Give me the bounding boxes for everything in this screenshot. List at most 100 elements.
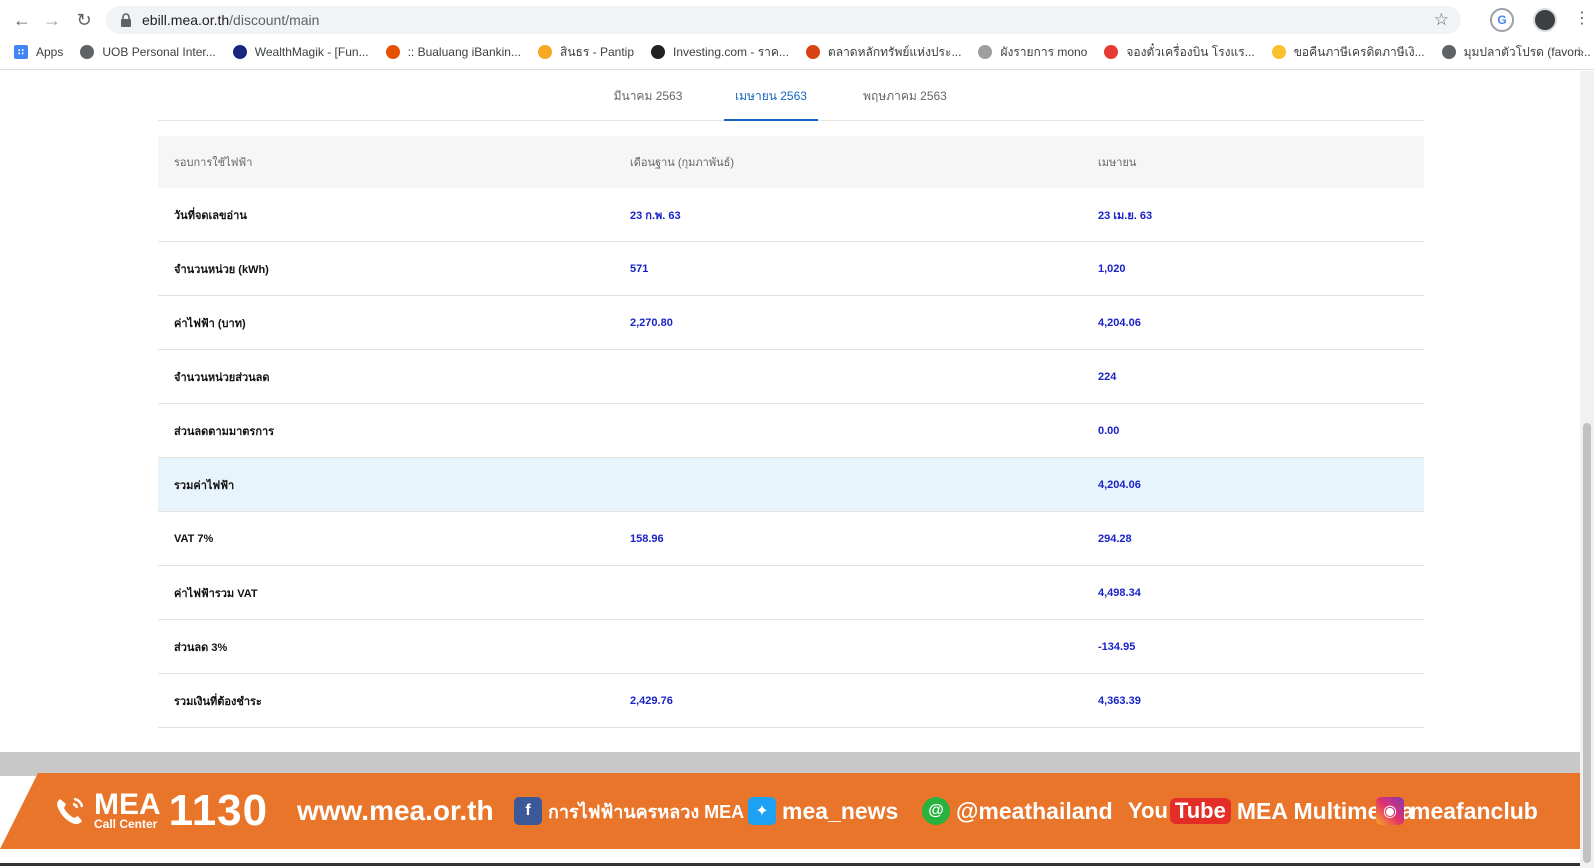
bookmark-label: WealthMagik - [Fun... bbox=[254, 45, 369, 59]
footer-banner: MEA Call Center 1130 www.mea.or.th f การ… bbox=[0, 773, 1580, 849]
footer-website[interactable]: www.mea.or.th bbox=[297, 795, 494, 827]
bookmark-item[interactable]: จองตั๋วเครื่องบิน โรงแร... bbox=[1104, 43, 1255, 62]
back-arrow-icon[interactable]: ← bbox=[10, 8, 34, 32]
investing-icon bbox=[651, 45, 665, 59]
table-row: วันที่จดเลขอ่าน 23 ก.พ. 63 23 เม.ย. 63 bbox=[158, 188, 1424, 242]
instagram-icon: ◉ bbox=[1376, 797, 1404, 825]
row-label: VAT 7% bbox=[174, 532, 214, 545]
row-current-value: 4,498.34 bbox=[1098, 586, 1141, 599]
footer-gray-band bbox=[0, 752, 1580, 776]
row-label: ส่วนลดตามมาตรการ bbox=[174, 425, 275, 438]
scrollbar-thumb[interactable] bbox=[1583, 423, 1591, 863]
table-row: รวมค่าไฟฟ้า 4,204.06 bbox=[158, 458, 1424, 512]
bookmarks-overflow-icon[interactable]: » bbox=[1577, 44, 1584, 59]
bill-table: รอบการใช้ไฟฟ้า เดือนฐาน (กุมภาพันธ์) เมษ… bbox=[158, 136, 1424, 728]
bookmark-label: Investing.com - ราค... bbox=[673, 44, 789, 59]
row-label: รวมเงินที่ต้องชำระ bbox=[174, 695, 262, 708]
youtube-tube: Tube bbox=[1169, 798, 1231, 824]
mono-icon bbox=[978, 45, 993, 59]
bookmark-item[interactable]: ผังรายการ mono bbox=[978, 43, 1087, 62]
tab-may[interactable]: พฤษภาคม 2563 bbox=[860, 87, 950, 121]
row-label: ค่าไฟฟ้ารวม VAT bbox=[174, 587, 258, 600]
footer-instagram[interactable]: meafanclub bbox=[1410, 798, 1538, 825]
menu-kebab-icon[interactable]: ⋮ bbox=[1574, 8, 1590, 28]
phone-icon bbox=[57, 797, 84, 825]
bookmark-label: ตลาดหลักทรัพย์แห่งประ... bbox=[827, 44, 962, 59]
footer-line[interactable]: @meathailand bbox=[956, 798, 1113, 825]
bookmark-star-icon[interactable]: ☆ bbox=[1434, 10, 1449, 30]
bookmark-label: จองตั๋วเครื่องบิน โรงแร... bbox=[1126, 44, 1255, 59]
pantip-icon bbox=[538, 45, 552, 59]
profile-avatar[interactable] bbox=[1533, 8, 1557, 32]
set-icon bbox=[805, 45, 820, 59]
reload-icon[interactable]: ↻ bbox=[72, 8, 96, 32]
table-row: ค่าไฟฟ้ารวม VAT 4,498.34 bbox=[158, 566, 1424, 620]
tab-march[interactable]: มีนาคม 2563 bbox=[608, 87, 688, 121]
call-center-number: 1130 bbox=[168, 786, 269, 835]
row-label: จำนวนหน่วยส่วนลด bbox=[174, 371, 270, 384]
row-current-value: 1,020 bbox=[1098, 262, 1126, 275]
row-base-value: 2,429.76 bbox=[630, 694, 673, 707]
globe-icon bbox=[1441, 45, 1456, 59]
youtube-you: You bbox=[1128, 798, 1168, 823]
bookmark-label: สินธร - Pantip bbox=[560, 44, 634, 59]
bualuang-icon bbox=[385, 45, 400, 59]
call-center-label: Call Center bbox=[94, 817, 158, 831]
row-label: วันที่จดเลขอ่าน bbox=[174, 209, 247, 222]
table-row: จำนวนหน่วย (kWh) 571 1,020 bbox=[158, 242, 1424, 296]
header-base-month: เดือนฐาน (กุมภาพันธ์) bbox=[630, 157, 735, 169]
row-current-value: 4,204.06 bbox=[1098, 316, 1141, 329]
bookmark-item[interactable]: WealthMagik - [Fun... bbox=[232, 45, 369, 59]
bookmark-item[interactable]: สินธร - Pantip bbox=[538, 43, 634, 62]
globe-icon bbox=[80, 45, 95, 59]
bookmark-item[interactable]: ตลาดหลักทรัพย์แห่งประ... bbox=[805, 43, 962, 62]
tax-icon bbox=[1271, 45, 1286, 59]
footer-facebook[interactable]: การไฟฟ้านครหลวง MEA bbox=[548, 797, 744, 826]
bookmark-item[interactable]: Investing.com - ราค... bbox=[651, 43, 789, 62]
row-current-value: 4,363.39 bbox=[1098, 694, 1141, 707]
bookmark-label: ผังรายการ mono bbox=[1000, 44, 1088, 59]
mea-logo-text: MEA bbox=[94, 788, 161, 821]
row-label: ค่าไฟฟ้า (บาท) bbox=[174, 317, 246, 330]
bookmark-label: :: Bualuang iBankin... bbox=[407, 45, 521, 59]
address-bar[interactable]: ebill.mea.or.th/discount/main ☆ bbox=[106, 6, 1461, 34]
wealthmagik-icon bbox=[232, 45, 247, 59]
page-content: มีนาคม 2563 เมษายน 2563 พฤษภาคม 2563 รอบ… bbox=[0, 71, 1580, 868]
row-base-value: 23 ก.พ. 63 bbox=[630, 209, 681, 222]
bookmark-item[interactable]: ∷ Apps bbox=[14, 45, 63, 59]
row-current-value: 23 เม.ย. 63 bbox=[1098, 209, 1153, 222]
bookmark-item[interactable]: UOB Personal Inter... bbox=[80, 45, 216, 59]
row-current-value: 0.00 bbox=[1098, 424, 1120, 437]
row-current-value: 294.28 bbox=[1098, 532, 1132, 545]
row-label: รวมค่าไฟฟ้า bbox=[174, 479, 235, 492]
bookmark-item[interactable]: มุมปลาตัวโปรด (favori... bbox=[1441, 43, 1591, 62]
bookmarks-bar: ∷ Apps UOB Personal Inter... WealthMagik - … bbox=[0, 40, 1594, 64]
table-row: ค่าไฟฟ้า (บาท) 2,270.80 4,204.06 bbox=[158, 296, 1424, 350]
forward-arrow-icon[interactable]: → bbox=[40, 8, 64, 32]
month-tabs: มีนาคม 2563 เมษายน 2563 พฤษภาคม 2563 bbox=[158, 71, 1424, 121]
bookmark-label: UOB Personal Inter... bbox=[102, 45, 216, 59]
row-base-value: 2,270.80 bbox=[630, 316, 673, 329]
table-row: รวมเงินที่ต้องชำระ 2,429.76 4,363.39 bbox=[158, 674, 1424, 728]
row-base-value: 571 bbox=[630, 262, 649, 275]
browser-chrome: ← → ↻ ebill.mea.or.th/discount/main ☆ G … bbox=[0, 0, 1594, 70]
table-row: ส่วนลด 3% -134.95 bbox=[158, 620, 1424, 674]
row-current-value: 224 bbox=[1098, 370, 1117, 383]
table-row: จำนวนหน่วยส่วนลด 224 bbox=[158, 350, 1424, 404]
bookmark-item[interactable]: :: Bualuang iBankin... bbox=[385, 45, 521, 59]
tab-april[interactable]: เมษายน 2563 bbox=[724, 87, 818, 121]
bookmark-item[interactable]: ขอคืนภาษีเครดิตภาษีเงิ... bbox=[1271, 43, 1425, 62]
bookmark-label: Apps bbox=[36, 45, 64, 59]
line-icon: @ bbox=[922, 797, 950, 825]
row-current-value: -134.95 bbox=[1098, 640, 1136, 653]
page-scrollbar[interactable] bbox=[1580, 71, 1594, 868]
bookmark-label: ขอคืนภาษีเครดิตภาษีเงิ... bbox=[1293, 44, 1425, 59]
bookmark-label: มุมปลาตัวโปรด (favori... bbox=[1463, 44, 1591, 59]
header-current-month: เมษายน bbox=[1098, 157, 1137, 169]
url-host: ebill.mea.or.th bbox=[142, 12, 230, 28]
google-extension-icon[interactable]: G bbox=[1490, 8, 1514, 32]
url-path: /discount/main bbox=[229, 12, 320, 28]
table-row: VAT 7% 158.96 294.28 bbox=[158, 512, 1424, 566]
footer-twitter[interactable]: mea_news bbox=[782, 798, 898, 825]
table-header: รอบการใช้ไฟฟ้า เดือนฐาน (กุมภาพันธ์) เมษ… bbox=[158, 136, 1424, 188]
